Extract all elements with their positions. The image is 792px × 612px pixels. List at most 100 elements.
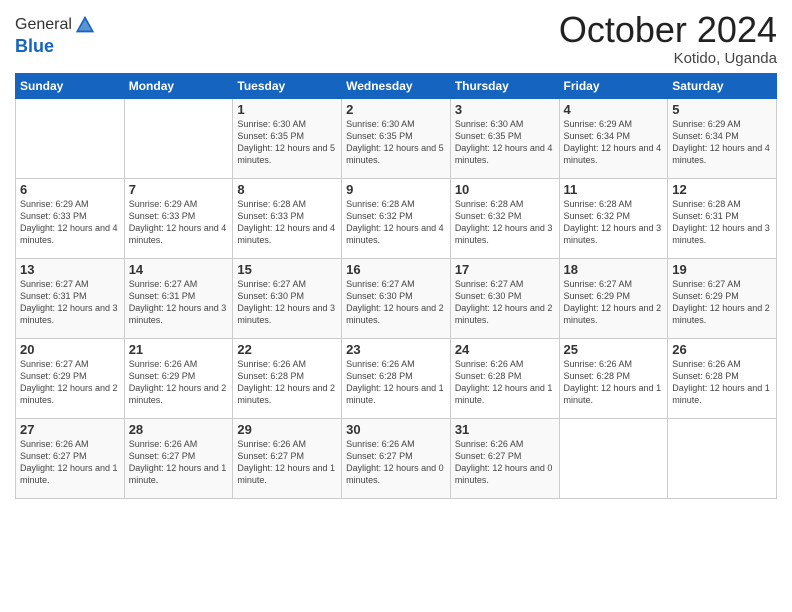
day-info: Sunrise: 6:26 AM Sunset: 6:28 PM Dayligh… (564, 358, 664, 407)
day-number: 27 (20, 422, 120, 437)
calendar-cell: 15Sunrise: 6:27 AM Sunset: 6:30 PM Dayli… (233, 258, 342, 338)
day-number: 10 (455, 182, 555, 197)
calendar-cell: 8Sunrise: 6:28 AM Sunset: 6:33 PM Daylig… (233, 178, 342, 258)
day-number: 6 (20, 182, 120, 197)
calendar-cell: 20Sunrise: 6:27 AM Sunset: 6:29 PM Dayli… (16, 338, 125, 418)
day-info: Sunrise: 6:29 AM Sunset: 6:34 PM Dayligh… (672, 118, 772, 167)
weekday-header: Saturday (668, 73, 777, 98)
calendar-cell: 26Sunrise: 6:26 AM Sunset: 6:28 PM Dayli… (668, 338, 777, 418)
day-info: Sunrise: 6:27 AM Sunset: 6:29 PM Dayligh… (564, 278, 664, 327)
day-info: Sunrise: 6:26 AM Sunset: 6:28 PM Dayligh… (237, 358, 337, 407)
day-info: Sunrise: 6:30 AM Sunset: 6:35 PM Dayligh… (237, 118, 337, 167)
logo: General Blue (15, 14, 96, 57)
calendar-cell: 1Sunrise: 6:30 AM Sunset: 6:35 PM Daylig… (233, 98, 342, 178)
day-number: 7 (129, 182, 229, 197)
day-number: 8 (237, 182, 337, 197)
day-info: Sunrise: 6:27 AM Sunset: 6:31 PM Dayligh… (20, 278, 120, 327)
day-number: 31 (455, 422, 555, 437)
day-number: 21 (129, 342, 229, 357)
calendar-cell: 11Sunrise: 6:28 AM Sunset: 6:32 PM Dayli… (559, 178, 668, 258)
day-info: Sunrise: 6:27 AM Sunset: 6:29 PM Dayligh… (20, 358, 120, 407)
logo-general-text: General (15, 16, 72, 34)
day-info: Sunrise: 6:26 AM Sunset: 6:29 PM Dayligh… (129, 358, 229, 407)
calendar-cell (16, 98, 125, 178)
day-number: 11 (564, 182, 664, 197)
calendar-cell: 6Sunrise: 6:29 AM Sunset: 6:33 PM Daylig… (16, 178, 125, 258)
day-number: 16 (346, 262, 446, 277)
calendar-cell: 24Sunrise: 6:26 AM Sunset: 6:28 PM Dayli… (450, 338, 559, 418)
calendar-cell: 31Sunrise: 6:26 AM Sunset: 6:27 PM Dayli… (450, 418, 559, 498)
day-number: 17 (455, 262, 555, 277)
day-number: 22 (237, 342, 337, 357)
logo-blue-text: Blue (15, 36, 96, 57)
day-info: Sunrise: 6:28 AM Sunset: 6:31 PM Dayligh… (672, 198, 772, 247)
calendar-cell: 29Sunrise: 6:26 AM Sunset: 6:27 PM Dayli… (233, 418, 342, 498)
day-info: Sunrise: 6:28 AM Sunset: 6:33 PM Dayligh… (237, 198, 337, 247)
calendar-week-row: 20Sunrise: 6:27 AM Sunset: 6:29 PM Dayli… (16, 338, 777, 418)
calendar-cell: 30Sunrise: 6:26 AM Sunset: 6:27 PM Dayli… (342, 418, 451, 498)
calendar-week-row: 6Sunrise: 6:29 AM Sunset: 6:33 PM Daylig… (16, 178, 777, 258)
calendar-cell (124, 98, 233, 178)
day-info: Sunrise: 6:26 AM Sunset: 6:27 PM Dayligh… (346, 438, 446, 487)
day-info: Sunrise: 6:29 AM Sunset: 6:33 PM Dayligh… (129, 198, 229, 247)
day-info: Sunrise: 6:26 AM Sunset: 6:27 PM Dayligh… (237, 438, 337, 487)
day-info: Sunrise: 6:27 AM Sunset: 6:30 PM Dayligh… (237, 278, 337, 327)
day-info: Sunrise: 6:27 AM Sunset: 6:30 PM Dayligh… (346, 278, 446, 327)
day-info: Sunrise: 6:26 AM Sunset: 6:27 PM Dayligh… (20, 438, 120, 487)
day-number: 25 (564, 342, 664, 357)
weekday-header: Tuesday (233, 73, 342, 98)
day-number: 5 (672, 102, 772, 117)
calendar-table: SundayMondayTuesdayWednesdayThursdayFrid… (15, 73, 777, 499)
calendar-cell: 25Sunrise: 6:26 AM Sunset: 6:28 PM Dayli… (559, 338, 668, 418)
day-number: 18 (564, 262, 664, 277)
day-number: 3 (455, 102, 555, 117)
calendar-cell: 9Sunrise: 6:28 AM Sunset: 6:32 PM Daylig… (342, 178, 451, 258)
day-info: Sunrise: 6:29 AM Sunset: 6:33 PM Dayligh… (20, 198, 120, 247)
weekday-header: Friday (559, 73, 668, 98)
day-info: Sunrise: 6:29 AM Sunset: 6:34 PM Dayligh… (564, 118, 664, 167)
weekday-header: Wednesday (342, 73, 451, 98)
title-block: October 2024 Kotido, Uganda (559, 10, 777, 67)
day-number: 30 (346, 422, 446, 437)
calendar-cell (668, 418, 777, 498)
calendar-week-row: 27Sunrise: 6:26 AM Sunset: 6:27 PM Dayli… (16, 418, 777, 498)
weekday-header: Thursday (450, 73, 559, 98)
calendar-cell: 19Sunrise: 6:27 AM Sunset: 6:29 PM Dayli… (668, 258, 777, 338)
calendar-cell: 28Sunrise: 6:26 AM Sunset: 6:27 PM Dayli… (124, 418, 233, 498)
day-info: Sunrise: 6:30 AM Sunset: 6:35 PM Dayligh… (346, 118, 446, 167)
calendar-page: General Blue October 2024 Kotido, Uganda… (0, 0, 792, 612)
calendar-week-row: 1Sunrise: 6:30 AM Sunset: 6:35 PM Daylig… (16, 98, 777, 178)
day-info: Sunrise: 6:27 AM Sunset: 6:29 PM Dayligh… (672, 278, 772, 327)
header: General Blue October 2024 Kotido, Uganda (15, 10, 777, 67)
calendar-cell: 23Sunrise: 6:26 AM Sunset: 6:28 PM Dayli… (342, 338, 451, 418)
day-info: Sunrise: 6:26 AM Sunset: 6:27 PM Dayligh… (129, 438, 229, 487)
calendar-cell: 5Sunrise: 6:29 AM Sunset: 6:34 PM Daylig… (668, 98, 777, 178)
calendar-cell: 17Sunrise: 6:27 AM Sunset: 6:30 PM Dayli… (450, 258, 559, 338)
calendar-cell: 2Sunrise: 6:30 AM Sunset: 6:35 PM Daylig… (342, 98, 451, 178)
calendar-cell: 16Sunrise: 6:27 AM Sunset: 6:30 PM Dayli… (342, 258, 451, 338)
calendar-cell: 18Sunrise: 6:27 AM Sunset: 6:29 PM Dayli… (559, 258, 668, 338)
day-info: Sunrise: 6:26 AM Sunset: 6:28 PM Dayligh… (672, 358, 772, 407)
day-info: Sunrise: 6:26 AM Sunset: 6:27 PM Dayligh… (455, 438, 555, 487)
day-info: Sunrise: 6:26 AM Sunset: 6:28 PM Dayligh… (346, 358, 446, 407)
day-info: Sunrise: 6:28 AM Sunset: 6:32 PM Dayligh… (455, 198, 555, 247)
day-number: 23 (346, 342, 446, 357)
calendar-cell: 12Sunrise: 6:28 AM Sunset: 6:31 PM Dayli… (668, 178, 777, 258)
logo-icon (74, 14, 96, 36)
calendar-cell: 22Sunrise: 6:26 AM Sunset: 6:28 PM Dayli… (233, 338, 342, 418)
day-number: 26 (672, 342, 772, 357)
day-number: 20 (20, 342, 120, 357)
day-number: 14 (129, 262, 229, 277)
calendar-cell: 7Sunrise: 6:29 AM Sunset: 6:33 PM Daylig… (124, 178, 233, 258)
calendar-cell: 4Sunrise: 6:29 AM Sunset: 6:34 PM Daylig… (559, 98, 668, 178)
calendar-cell: 10Sunrise: 6:28 AM Sunset: 6:32 PM Dayli… (450, 178, 559, 258)
day-info: Sunrise: 6:30 AM Sunset: 6:35 PM Dayligh… (455, 118, 555, 167)
day-number: 13 (20, 262, 120, 277)
day-number: 24 (455, 342, 555, 357)
weekday-header-row: SundayMondayTuesdayWednesdayThursdayFrid… (16, 73, 777, 98)
day-info: Sunrise: 6:27 AM Sunset: 6:30 PM Dayligh… (455, 278, 555, 327)
day-number: 1 (237, 102, 337, 117)
day-number: 28 (129, 422, 229, 437)
day-number: 2 (346, 102, 446, 117)
calendar-cell: 13Sunrise: 6:27 AM Sunset: 6:31 PM Dayli… (16, 258, 125, 338)
